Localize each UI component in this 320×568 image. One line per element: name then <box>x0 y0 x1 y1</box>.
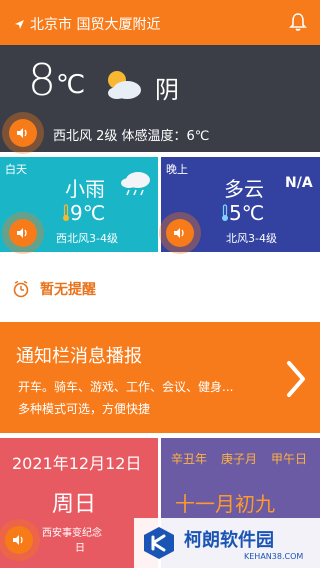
chevron-right-icon <box>287 361 305 397</box>
speaker-icon <box>174 228 184 238</box>
speaker-button-night[interactable] <box>159 212 201 254</box>
night-forecast-panel: 晚上 多云 N/A 5℃ 北风3-4级 <box>159 157 320 254</box>
notice-line-2: 多种模式可选，方便快捷 <box>18 402 151 416</box>
ganzhi-year: 辛丑年 <box>171 452 208 466</box>
event-text-line-2: 日 <box>75 543 85 554</box>
bell-icon[interactable] <box>288 12 308 32</box>
day-wind: 西北风3-4级 <box>56 232 118 245</box>
notice-line-1: 开车。骑车、游戏、工作、会议、健身... <box>18 380 234 394</box>
night-temperature: 5℃ <box>221 201 264 225</box>
speaker-button-day[interactable] <box>2 212 44 254</box>
watermark-logo-icon <box>144 527 174 559</box>
day-temperature: 9℃ <box>62 201 105 225</box>
date-text: 2021年12月12日 <box>12 454 142 473</box>
location-arrow-icon <box>15 19 24 29</box>
notice-title: 通知栏消息播报 <box>16 346 142 367</box>
night-condition: 多云 <box>224 177 264 201</box>
current-weather-panel: 8 ℃ 阴 西北风 2级 体感温度：6℃ <box>0 45 320 154</box>
location-text: 北京市 国贸大厦附近 <box>30 17 161 33</box>
day-forecast-panel: 白天 小雨 9℃ 西北风3-4级 <box>0 157 158 254</box>
speaker-button-current[interactable] <box>2 112 44 154</box>
speaker-icon <box>13 535 23 545</box>
speaker-icon <box>17 128 27 138</box>
reminder-row[interactable]: 暂无提醒 <box>0 260 320 318</box>
partly-cloudy-icon <box>108 71 141 99</box>
night-wind: 北风3-4级 <box>226 232 277 245</box>
current-condition: 阴 <box>155 76 179 104</box>
location-selector[interactable]: 北京市 国贸大厦附近 <box>14 14 160 34</box>
top-bar: 北京市 国贸大厦附近 <box>0 0 320 45</box>
thermometer-icon <box>63 204 69 221</box>
night-aqi: N/A <box>285 175 313 191</box>
event-text-line-1: 西安事变纪念 <box>42 528 102 539</box>
night-temp-value: 5℃ <box>229 201 265 225</box>
lunar-date: 十一月初九 <box>175 492 275 516</box>
watermark-main-text: 柯朗软件园 <box>184 529 274 551</box>
speaker-icon <box>17 228 27 238</box>
watermark-text: 柯朗软件园 KEHAN38.COM <box>184 526 303 561</box>
temperature-unit: ℃ <box>56 70 86 100</box>
wind-feel-text: 西北风 2级 体感温度：6℃ <box>53 129 210 144</box>
alarm-clock-icon <box>13 280 29 298</box>
ganzhi-month: 庚子月 <box>221 452 258 466</box>
watermark-sub-text: KEHAN38.COM <box>244 551 304 561</box>
rain-cloud-icon <box>121 172 150 196</box>
current-temperature: 8 <box>28 55 56 106</box>
watermark: 柯朗软件园 KEHAN38.COM <box>134 518 320 568</box>
ganzhi-day: 甲午日 <box>271 452 308 466</box>
night-label: 晚上 <box>166 163 188 176</box>
day-label: 白天 <box>5 163 27 176</box>
day-temp-value: 9℃ <box>70 201 106 225</box>
weekday-text: 周日 <box>52 492 97 517</box>
day-condition: 小雨 <box>65 177 105 201</box>
speaker-button-date[interactable] <box>0 519 40 561</box>
thermometer-icon <box>222 204 228 221</box>
reminder-text: 暂无提醒 <box>40 282 96 298</box>
notification-broadcast-banner[interactable]: 通知栏消息播报 开车。骑车、游戏、工作、会议、健身... 多种模式可选，方便快捷 <box>0 322 320 433</box>
